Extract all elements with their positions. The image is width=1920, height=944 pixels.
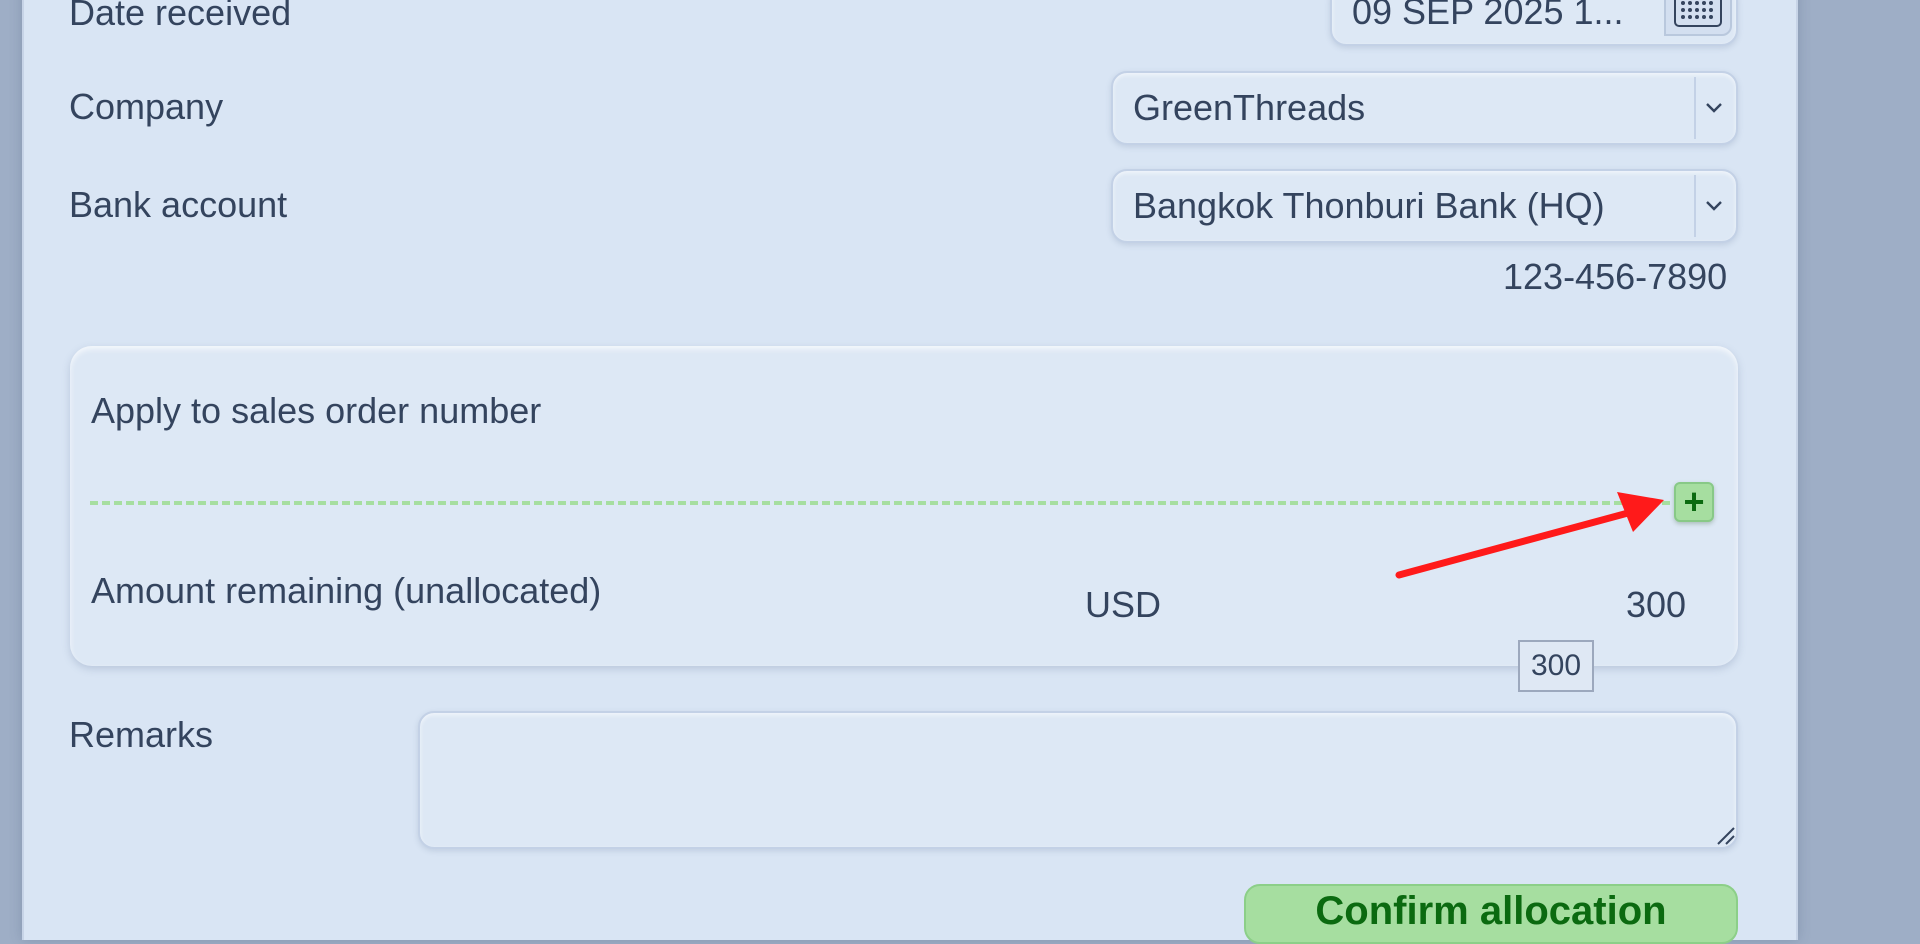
company-value: GreenThreads [1133, 87, 1366, 128]
confirm-allocation-button[interactable]: Confirm allocation [1244, 884, 1738, 944]
apply-sales-order-label: Apply to sales order number [91, 390, 542, 431]
remarks-textarea[interactable] [418, 711, 1738, 849]
bank-account-number: 123-456-7890 [1503, 256, 1728, 297]
company-label: Company [69, 86, 224, 127]
bank-account-select[interactable]: Bangkok Thonburi Bank (HQ) [1111, 169, 1738, 243]
date-received-label: Date received [69, 0, 292, 33]
resize-grip-icon[interactable] [1714, 824, 1736, 846]
bank-account-value: Bangkok Thonburi Bank (HQ) [1133, 185, 1605, 226]
date-received-field[interactable]: 09 SEP 2025 1... [1330, 0, 1738, 46]
allocation-drop-line [90, 501, 1670, 505]
chevron-down-icon[interactable] [1694, 77, 1732, 139]
calendar-icon[interactable] [1664, 0, 1732, 36]
add-sales-order-button[interactable]: + [1674, 482, 1714, 522]
plus-icon: + [1683, 481, 1705, 522]
amount-tooltip: 300 [1518, 640, 1594, 692]
amount-remaining-value: 300 [1626, 584, 1687, 625]
chevron-down-icon[interactable] [1694, 175, 1732, 237]
currency-label: USD [1085, 584, 1162, 625]
remarks-label: Remarks [69, 714, 214, 755]
date-received-value: 09 SEP 2025 1... [1352, 0, 1624, 32]
amount-remaining-label: Amount remaining (unallocated) [91, 570, 602, 611]
allocation-section: Apply to sales order number + Amount rem… [70, 346, 1738, 666]
bank-account-label: Bank account [69, 184, 288, 225]
company-select[interactable]: GreenThreads [1111, 71, 1738, 145]
